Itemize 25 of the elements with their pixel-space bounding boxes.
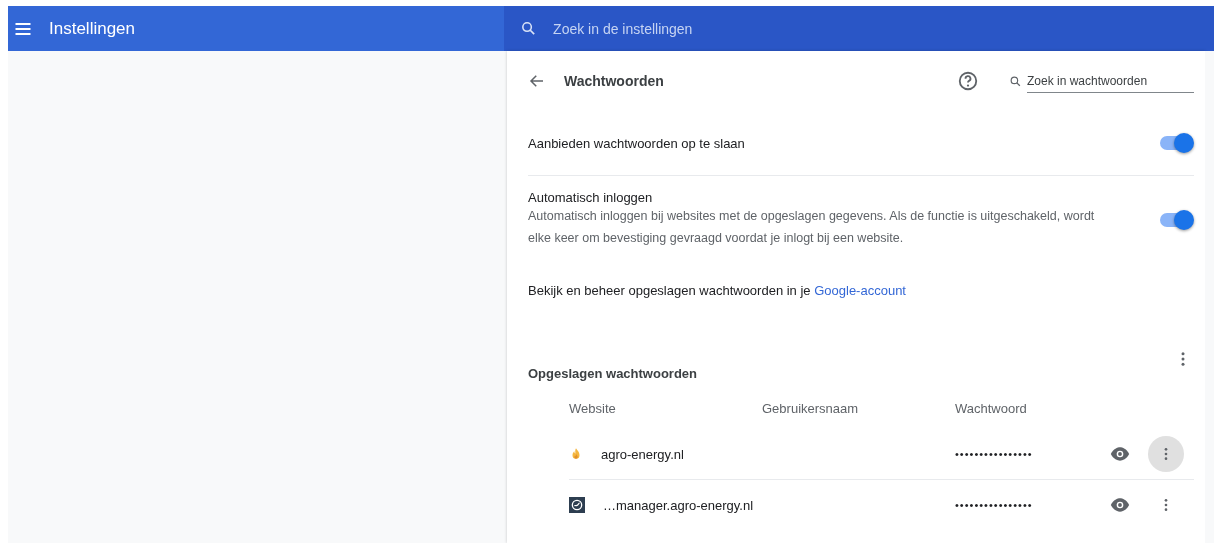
setting-label: Automatisch inloggen [528,190,654,205]
website-name: …manager.agro-energy.nl [603,497,754,513]
eye-icon[interactable] [1110,444,1130,464]
eye-icon[interactable] [1110,495,1130,515]
toggle-switch[interactable] [1160,212,1192,227]
password-dots: •••••••••••••••• [955,499,1034,511]
setting-label: Aanbieden wachtwoorden op te slaan [528,135,745,151]
website-name: agro-energy.nl [601,446,684,462]
search-icon [520,20,538,37]
help-icon[interactable] [957,70,979,92]
setting-description: Automatisch inloggen bij websites met de opgeslagen gegevens. Als de functie is uitgeschakeld, wordt elke keer om bevestiging gevraagd voordat je inlogt bij een website. [528,208,1096,247]
search-icon [1009,74,1022,88]
app-title: Instellingen [49,18,135,39]
column-header: Website [569,400,617,416]
manage-sentence: Bekijk en beheer opgeslagen wachtwoorden in je Google-account [528,282,906,298]
section-title: Opgeslagen wachtwoorden [528,365,698,381]
back-arrow-icon[interactable] [528,72,546,90]
toggle-switch[interactable] [1160,136,1192,150]
column-header: Wachtwoord [955,400,1028,416]
search-field[interactable]: Zoek in de instellingen [551,19,956,38]
account-link[interactable]: Google-account [814,282,906,298]
globe-icon [569,497,585,513]
page-title: Wachtwoorden [564,73,664,89]
column-header: Gebruikersnaam [762,400,860,416]
password-dots: •••••••••••••••• [955,448,1034,460]
